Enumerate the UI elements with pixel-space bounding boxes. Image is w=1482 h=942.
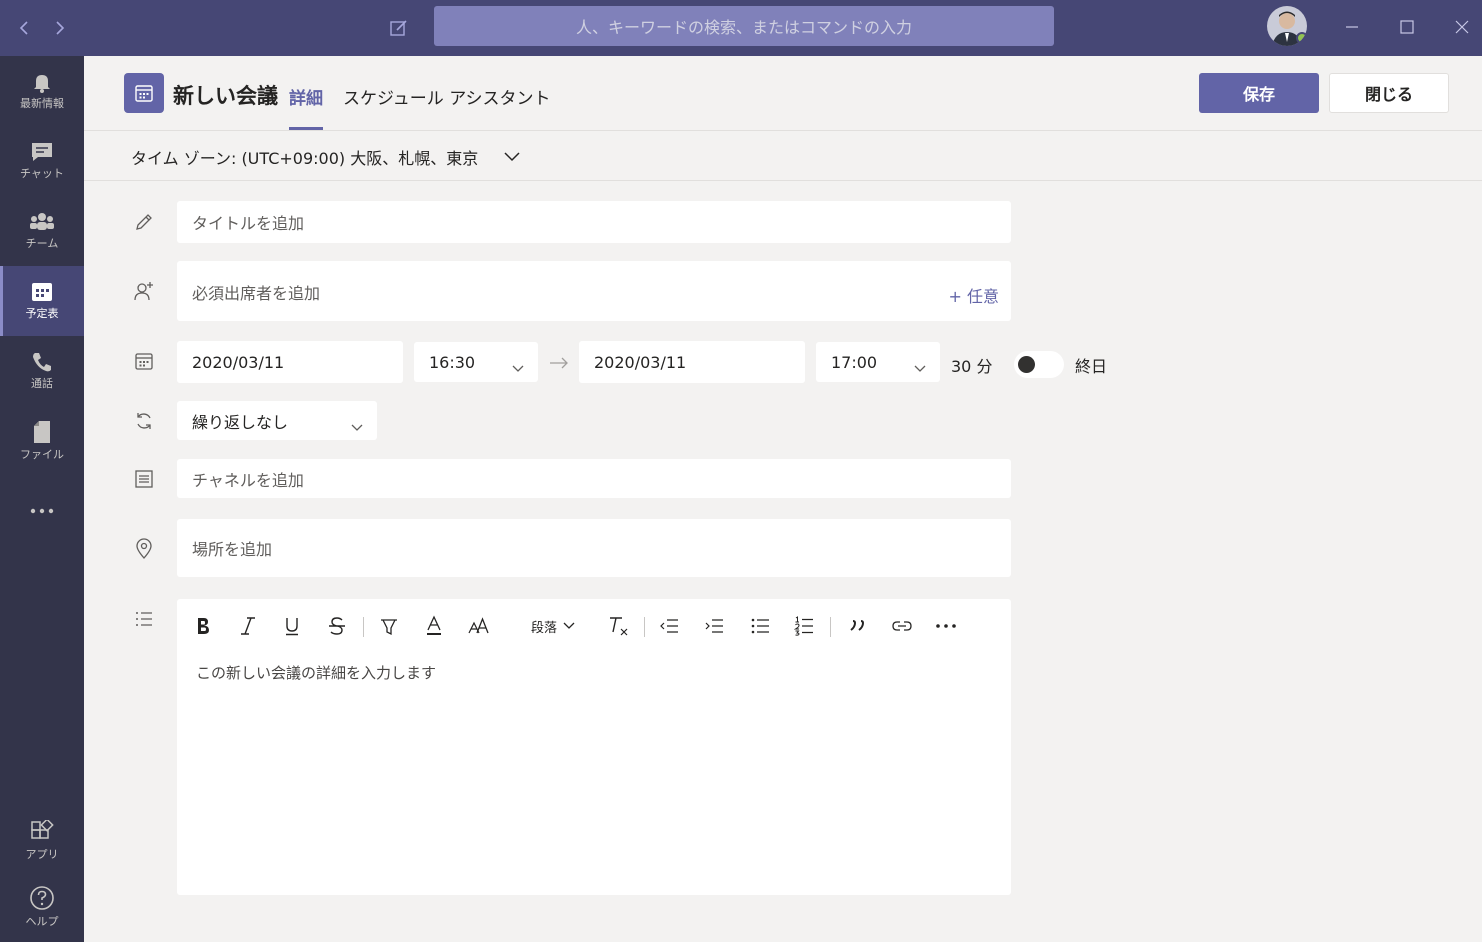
more-options-icon[interactable] bbox=[934, 614, 958, 638]
details-body[interactable]: この新しい会議の詳細を入力します bbox=[196, 662, 436, 683]
bold-icon[interactable] bbox=[192, 614, 214, 638]
maximize-icon[interactable] bbox=[1392, 12, 1422, 42]
toolbar-divider bbox=[830, 617, 831, 637]
toolbar-divider bbox=[363, 617, 364, 637]
close-button[interactable]: 閉じる bbox=[1329, 73, 1449, 113]
avatar[interactable] bbox=[1267, 6, 1307, 46]
bulleted-list-icon[interactable] bbox=[749, 614, 771, 638]
rail-label: チーム bbox=[25, 237, 59, 250]
rail-label: アプリ bbox=[25, 848, 59, 861]
start-time-value: 16:30 bbox=[429, 352, 476, 372]
chevron-down-icon bbox=[512, 358, 524, 377]
toolbar-divider bbox=[644, 617, 645, 637]
title-bar: 人、キーワードの検索、またはコマンドの入力 bbox=[0, 0, 1482, 56]
presence-available-icon bbox=[1296, 32, 1307, 44]
calendar-icon bbox=[124, 73, 164, 113]
add-person-icon bbox=[133, 280, 155, 302]
rail-item-teams[interactable]: チーム bbox=[0, 196, 84, 266]
repeat-select[interactable]: 繰り返しなし bbox=[177, 401, 377, 440]
timezone-selector[interactable]: タイム ゾーン: (UTC+09:00) 大阪、札幌、東京 bbox=[131, 145, 478, 169]
search-input[interactable]: 人、キーワードの検索、またはコマンドの入力 bbox=[434, 6, 1054, 46]
channel-icon bbox=[133, 468, 155, 490]
chat-icon bbox=[32, 143, 52, 161]
duration-label: 30 分 bbox=[951, 357, 993, 376]
rail-label: 通話 bbox=[31, 377, 53, 390]
font-size-icon[interactable] bbox=[467, 614, 491, 638]
apps-icon bbox=[31, 820, 54, 839]
paragraph-select[interactable]: 段落 bbox=[526, 614, 580, 638]
help-icon bbox=[30, 886, 54, 910]
app-rail: 最新情報 チャット チーム 予定表 通話 ファイル アプリ ヘルプ bbox=[0, 56, 84, 942]
end-date-input[interactable]: 2020/03/11 bbox=[579, 341, 805, 383]
start-date-input[interactable]: 2020/03/11 bbox=[177, 341, 403, 383]
teams-icon bbox=[30, 213, 54, 230]
all-day-label: 終日 bbox=[1075, 357, 1108, 376]
toggle-knob bbox=[1018, 356, 1035, 373]
rail-item-calls[interactable]: 通話 bbox=[0, 336, 84, 406]
rail-label: ヘルプ bbox=[25, 915, 59, 928]
font-color-icon[interactable] bbox=[423, 614, 445, 638]
rail-item-activity[interactable]: 最新情報 bbox=[0, 56, 84, 126]
link-icon[interactable] bbox=[890, 614, 914, 638]
clear-formatting-icon[interactable] bbox=[607, 614, 631, 638]
tab-details[interactable]: 詳細 bbox=[289, 84, 323, 130]
compose-icon[interactable] bbox=[385, 14, 413, 42]
rail-label: 予定表 bbox=[25, 307, 59, 320]
meeting-header: 新しい会議 詳細 スケジュール アシスタント 保存 閉じる bbox=[84, 56, 1482, 131]
bell-icon bbox=[34, 75, 50, 93]
phone-icon bbox=[33, 353, 51, 372]
calendar-icon bbox=[32, 283, 52, 301]
start-time-select[interactable]: 16:30 bbox=[414, 342, 538, 382]
strikethrough-icon[interactable] bbox=[326, 614, 348, 638]
quote-icon[interactable] bbox=[846, 614, 868, 638]
chevron-down-icon bbox=[914, 358, 926, 377]
end-time-select[interactable]: 17:00 bbox=[816, 342, 940, 382]
rail-item-apps[interactable]: アプリ bbox=[0, 806, 84, 876]
details-editor[interactable]: 段落 この新しい会議の詳細を入力します bbox=[177, 599, 1011, 895]
chevron-down-icon[interactable] bbox=[503, 147, 521, 166]
end-time-value: 17:00 bbox=[831, 352, 878, 372]
forward-arrow-icon[interactable] bbox=[46, 14, 74, 42]
arrow-right-icon bbox=[548, 352, 570, 378]
more-icon bbox=[30, 508, 54, 514]
all-day-toggle[interactable] bbox=[1014, 351, 1064, 378]
rail-item-more[interactable] bbox=[0, 476, 84, 546]
calendar-small-icon bbox=[133, 350, 155, 372]
numbered-list-icon[interactable] bbox=[793, 614, 815, 638]
back-arrow-icon[interactable] bbox=[10, 14, 38, 42]
rail-label: チャット bbox=[20, 167, 64, 180]
add-optional-link[interactable]: + 任意 bbox=[949, 283, 1000, 307]
save-button[interactable]: 保存 bbox=[1199, 73, 1319, 113]
rail-item-chat[interactable]: チャット bbox=[0, 126, 84, 196]
tab-scheduling-assistant[interactable]: スケジュール アシスタント bbox=[343, 84, 551, 109]
highlight-icon[interactable] bbox=[378, 614, 400, 638]
underline-icon[interactable] bbox=[281, 614, 303, 638]
increase-indent-icon[interactable] bbox=[703, 614, 725, 638]
rail-item-calendar[interactable]: 予定表 bbox=[0, 266, 84, 336]
minimize-icon[interactable] bbox=[1337, 12, 1367, 42]
file-icon bbox=[34, 421, 50, 443]
pencil-icon bbox=[133, 211, 155, 233]
repeat-icon bbox=[133, 410, 155, 432]
timezone-row: タイム ゾーン: (UTC+09:00) 大阪、札幌、東京 bbox=[84, 131, 1482, 181]
attendees-placeholder: 必須出席者を追加 bbox=[192, 284, 321, 303]
rail-item-help[interactable]: ヘルプ bbox=[0, 872, 84, 942]
decrease-indent-icon[interactable] bbox=[658, 614, 680, 638]
title-input[interactable]: タイトルを追加 bbox=[177, 201, 1011, 243]
channel-input[interactable]: チャネルを追加 bbox=[177, 459, 1011, 498]
repeat-value: 繰り返しなし bbox=[192, 412, 289, 432]
rail-item-files[interactable]: ファイル bbox=[0, 406, 84, 476]
details-list-icon bbox=[133, 608, 155, 630]
rail-label: 最新情報 bbox=[20, 97, 64, 110]
page-title: 新しい会議 bbox=[173, 84, 278, 108]
paragraph-label: 段落 bbox=[530, 620, 557, 636]
location-input[interactable]: 場所を追加 bbox=[177, 519, 1011, 577]
rail-label: ファイル bbox=[20, 448, 64, 461]
italic-icon[interactable] bbox=[237, 614, 259, 638]
close-window-icon[interactable] bbox=[1447, 12, 1477, 42]
chevron-down-icon bbox=[351, 417, 363, 436]
attendees-input[interactable]: 必須出席者を追加 + 任意 bbox=[177, 261, 1011, 321]
location-icon bbox=[133, 538, 155, 560]
